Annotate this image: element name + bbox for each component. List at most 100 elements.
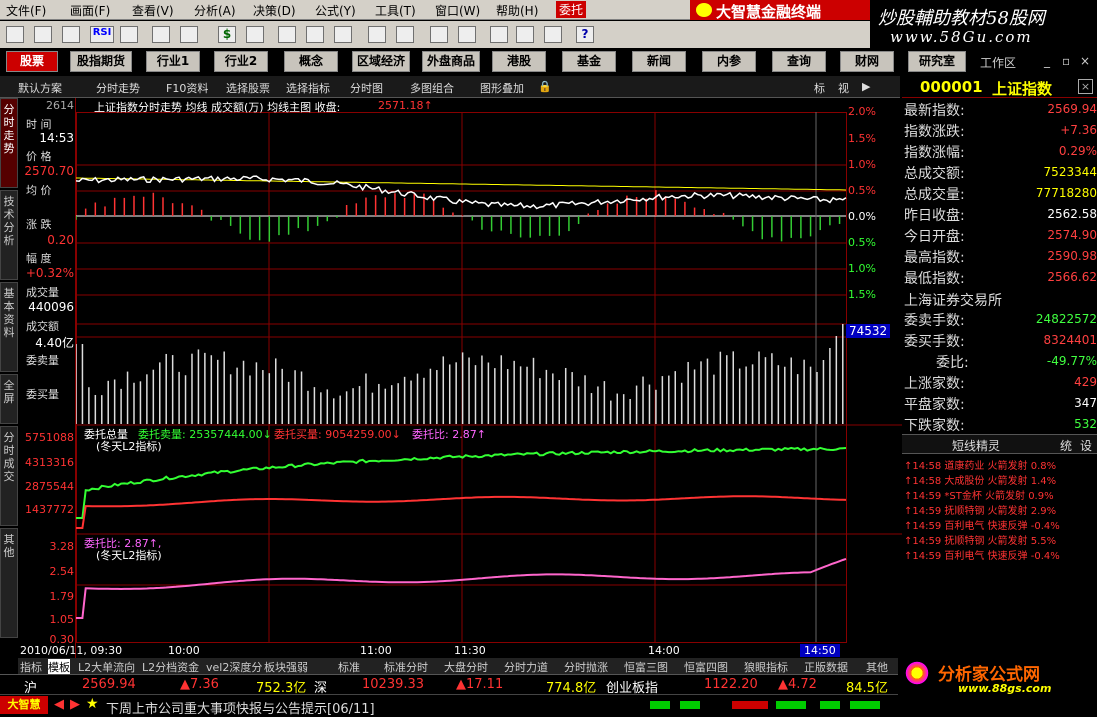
ticker-forward-icon[interactable]: ▶ — [70, 697, 80, 712]
vtab-technical[interactable]: 技术分析 — [0, 190, 18, 280]
nav-industry1[interactable]: 行业1 — [146, 51, 200, 72]
nav-news[interactable]: 新闻 — [632, 51, 686, 72]
stat-value: 2590.98 — [1047, 249, 1097, 263]
indicator-tab[interactable]: 指标 — [20, 659, 42, 675]
ticker-back-icon[interactable]: ◀ — [54, 697, 64, 712]
stat-label: 最高指数: — [904, 250, 965, 266]
select-indicator-button[interactable]: 选择指标 — [286, 80, 330, 96]
intraday-chart-button[interactable]: 分时图 — [350, 80, 383, 96]
panel3-axis-1: 2.54 — [49, 565, 75, 578]
indicator-tab[interactable]: 模板 — [48, 659, 70, 675]
ruler-icon[interactable] — [180, 26, 198, 43]
nav-research[interactable]: 研究室 — [908, 51, 966, 72]
close-icon[interactable]: × — [1080, 54, 1090, 68]
menu-decision[interactable]: 决策(D) — [253, 2, 296, 19]
chart-icon[interactable] — [34, 26, 52, 43]
nav-region[interactable]: 区域经济 — [352, 51, 410, 72]
restore-icon[interactable]: ▫ — [1062, 54, 1070, 68]
exchange-name: 上海证券交易所 — [904, 293, 1002, 309]
grid-icon[interactable] — [120, 26, 138, 43]
indicator-tab[interactable]: 分时抛涨 — [564, 659, 608, 675]
menu-formula[interactable]: 公式(Y) — [315, 2, 356, 19]
binoculars-icon[interactable] — [306, 26, 324, 43]
menu-help[interactable]: 帮助(H) — [496, 2, 538, 19]
vtab-intraday[interactable]: 分时走势 — [0, 98, 18, 188]
indicator-tab[interactable]: 其他 — [866, 659, 888, 675]
close-panel-icon[interactable]: × — [1078, 79, 1093, 94]
indicator-tab[interactable]: vel2深度分 — [206, 659, 262, 675]
nav-industry2[interactable]: 行业2 — [214, 51, 268, 72]
elf-tab-settings[interactable]: 设 — [1080, 437, 1092, 454]
panel2-buy: 委托买量: 9054259.00↓ — [274, 428, 401, 441]
help-icon[interactable]: ? — [576, 26, 594, 43]
pen-icon[interactable] — [152, 26, 170, 43]
people-icon[interactable] — [278, 26, 296, 43]
indicator-tab[interactable]: 分时力道 — [504, 659, 548, 675]
window-icon[interactable] — [516, 26, 534, 43]
vtab-fullscreen[interactable]: 全屏 — [0, 374, 18, 424]
stat-label: 最新指数: — [904, 103, 965, 119]
elf-item[interactable]: ↑14:58 道康药业 火箭发射 0.8% — [904, 457, 1056, 472]
nav-futures[interactable]: 股指期货 — [70, 51, 132, 72]
dollar-icon[interactable]: $ — [218, 26, 236, 43]
vtab-fundamental[interactable]: 基本资料 — [0, 282, 18, 372]
menu-window[interactable]: 窗口(W) — [435, 2, 480, 19]
ticker-text[interactable]: 下周上市公司重大事项快报与公告提示[06/11] — [106, 698, 375, 717]
nav-query[interactable]: 查询 — [772, 51, 826, 72]
tag-icon[interactable] — [334, 26, 352, 43]
indicator-tab[interactable]: L2大单流向 — [78, 659, 135, 675]
overlay-button[interactable]: 图形叠加 — [480, 80, 524, 96]
panel-toggle-icon[interactable]: ▶ — [862, 80, 870, 93]
select-stock-button[interactable]: 选择股票 — [226, 80, 270, 96]
lock-icon[interactable]: 🔒 — [538, 80, 552, 93]
indicator-tab[interactable]: 正版数据 — [804, 659, 848, 675]
nav-concept[interactable]: 概念 — [284, 51, 338, 72]
indicator-tab[interactable]: 板块强弱 — [264, 659, 308, 675]
nav-finance[interactable]: 财网 — [840, 51, 894, 72]
nav-fund[interactable]: 基金 — [562, 51, 616, 72]
alert-icon[interactable] — [368, 26, 386, 43]
books-icon[interactable] — [544, 26, 562, 43]
indicator-tab[interactable]: 狼眼指标 — [744, 659, 788, 675]
globe-icon[interactable] — [430, 26, 448, 43]
nav-foreign[interactable]: 外盘商品 — [422, 51, 480, 72]
elf-item[interactable]: ↑14:59 百利电气 快速反弹 -0.4% — [904, 517, 1060, 532]
indicator-tab[interactable]: 标准分时 — [384, 659, 428, 675]
view-button[interactable]: 视 — [838, 80, 849, 96]
multi-chart-button[interactable]: 多图组合 — [410, 80, 454, 96]
link-icon[interactable] — [458, 26, 476, 43]
nav-insider[interactable]: 内参 — [702, 51, 756, 72]
menu-analysis[interactable]: 分析(A) — [194, 2, 236, 19]
mark-button[interactable]: 标 — [814, 80, 825, 96]
scheme-button[interactable]: 默认方案 — [18, 80, 62, 96]
elf-item[interactable]: ↑14:59 抚顺特钢 火箭发射 2.9% — [904, 502, 1056, 517]
f10-button[interactable]: F10资料 — [166, 80, 208, 96]
elf-item[interactable]: ↑14:58 大成股份 火箭发射 1.4% — [904, 472, 1056, 487]
kline-icon[interactable] — [62, 26, 80, 43]
pin-icon[interactable] — [396, 26, 414, 43]
nav-hk[interactable]: 港股 — [492, 51, 546, 72]
menu-file[interactable]: 文件(F) — [6, 2, 46, 19]
workspace-label[interactable]: 工作区 — [980, 54, 1016, 71]
elf-item[interactable]: ↑14:59 *ST金杯 火箭发射 0.9% — [904, 487, 1054, 502]
indicator-tab[interactable]: 恒富三图 — [624, 659, 668, 675]
indicator-tab[interactable]: 标准 — [338, 659, 360, 675]
intraday-button[interactable]: 分时走势 — [96, 80, 140, 96]
menu-view[interactable]: 查看(V) — [132, 2, 174, 19]
flag-icon[interactable] — [246, 26, 264, 43]
indicator-tab[interactable]: 大盘分时 — [444, 659, 488, 675]
menu-trade[interactable]: 委托 — [556, 1, 587, 18]
minimize-icon[interactable]: _ — [1044, 54, 1050, 68]
elf-item[interactable]: ↑14:59 百利电气 快速反弹 -0.4% — [904, 547, 1060, 562]
menu-tools[interactable]: 工具(T) — [375, 2, 416, 19]
menu-screen[interactable]: 画面(F) — [70, 2, 110, 19]
list-icon[interactable] — [490, 26, 508, 43]
rsi-icon[interactable]: RSI — [90, 26, 114, 43]
elf-item[interactable]: ↑14:59 抚顺特钢 火箭发射 5.5% — [904, 532, 1056, 547]
intraday-chart[interactable]: 上证指数分时走势 均线 成交额(万) 均线主图 收盘: 2571.18↑ 261… — [25, 98, 902, 646]
home-icon[interactable] — [6, 26, 24, 43]
elf-tab-stats[interactable]: 统 — [1060, 437, 1072, 454]
nav-stock[interactable]: 股票 — [6, 51, 58, 72]
indicator-tab[interactable]: L2分档资金 — [142, 659, 199, 675]
indicator-tab[interactable]: 恒富四图 — [684, 659, 728, 675]
